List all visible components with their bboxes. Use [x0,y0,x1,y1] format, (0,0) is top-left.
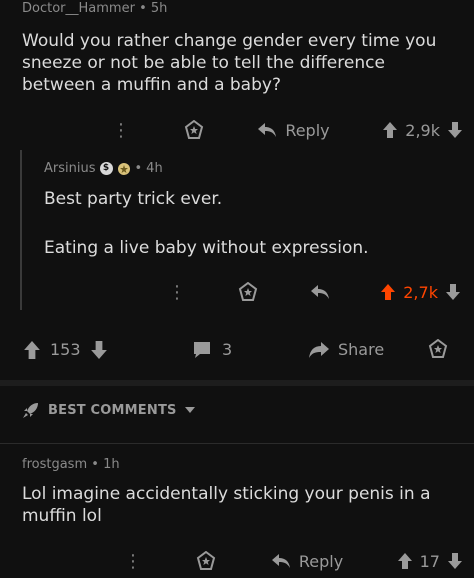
downvote-icon[interactable] [445,284,460,300]
share-label: Share [338,340,385,359]
vote-controls: 17 [397,551,462,571]
upvote-icon[interactable] [381,284,396,300]
rocket-icon [22,401,40,419]
vote-count: 17 [419,551,440,571]
post-vote-controls: 153 [24,340,107,359]
comment-time: 4h [146,161,163,176]
reply-arrow-icon [271,553,291,569]
upvote-icon[interactable] [24,340,40,359]
reply-text-line-2: Eating a live baby without expression. [44,238,369,258]
author-name[interactable]: frostgasm [22,457,87,472]
premium-badge-icon: $ [99,162,113,175]
more-options-icon[interactable]: ⋮ [112,120,130,141]
comment-meta: Doctor__Hammer • 5h [22,1,167,16]
meta-separator: • [139,1,147,16]
award-icon[interactable] [238,282,258,302]
reply-button[interactable]: Reply [257,120,330,140]
vote-count: 2,7k [403,282,438,302]
comment-meta: frostgasm • 1h [22,457,120,472]
comment-time: 5h [150,1,168,16]
author-name[interactable]: Doctor__Hammer [22,1,135,16]
comments-button[interactable]: 3 [192,340,232,359]
upvote-icon[interactable] [383,122,398,138]
comment-text: Would you rather change gender every tim… [22,31,437,95]
comment-bubble-icon [192,341,212,359]
meta-separator: • [134,161,143,176]
reply-label: Reply [285,120,330,140]
award-icon[interactable] [428,339,448,359]
more-options-icon[interactable]: ⋮ [168,282,186,303]
section-divider [0,380,474,386]
reply-arrow-icon[interactable] [310,284,330,300]
reply-meta: Arsinius $ • 4h [44,161,163,176]
reply-text-line-1: Best party trick ever. [44,189,223,209]
award-icon[interactable] [196,551,216,571]
comment-count: 3 [222,340,233,359]
comment-time: 1h [103,457,120,472]
downvote-icon[interactable] [448,122,462,138]
reply-button[interactable]: Reply [271,552,343,571]
best-comment-actions: ⋮ Reply 17 [124,549,462,573]
chevron-down-icon [184,406,195,414]
author-name[interactable]: Arsinius [44,161,96,176]
top-comment-actions: ⋮ Reply 2,9k [112,118,462,142]
vote-controls: 2,9k [383,121,462,140]
comment-text: Lol imagine accidentally sticking your p… [22,484,431,526]
more-options-icon[interactable]: ⋮ [124,551,142,572]
upvote-icon[interactable] [397,553,412,569]
share-button[interactable]: Share [308,340,384,359]
award-icon[interactable] [184,120,204,140]
downvote-icon[interactable] [447,553,462,569]
meta-separator: • [91,457,99,472]
sort-label: BEST COMMENTS [48,402,177,418]
sort-selector[interactable]: BEST COMMENTS [22,401,195,419]
reply-actions: ⋮ 2,7k [168,280,460,304]
reply-arrow-icon [257,122,277,138]
vote-controls: 2,7k [381,283,460,302]
share-arrow-icon [308,341,330,358]
vote-count: 2,9k [405,120,440,140]
post-action-bar: 153 3 Share [0,330,474,370]
sort-separator [0,443,474,444]
award-badge-icon [117,162,131,176]
reply-label: Reply [298,551,344,571]
post-vote-count: 153 [50,340,81,359]
downvote-icon[interactable] [90,340,107,359]
